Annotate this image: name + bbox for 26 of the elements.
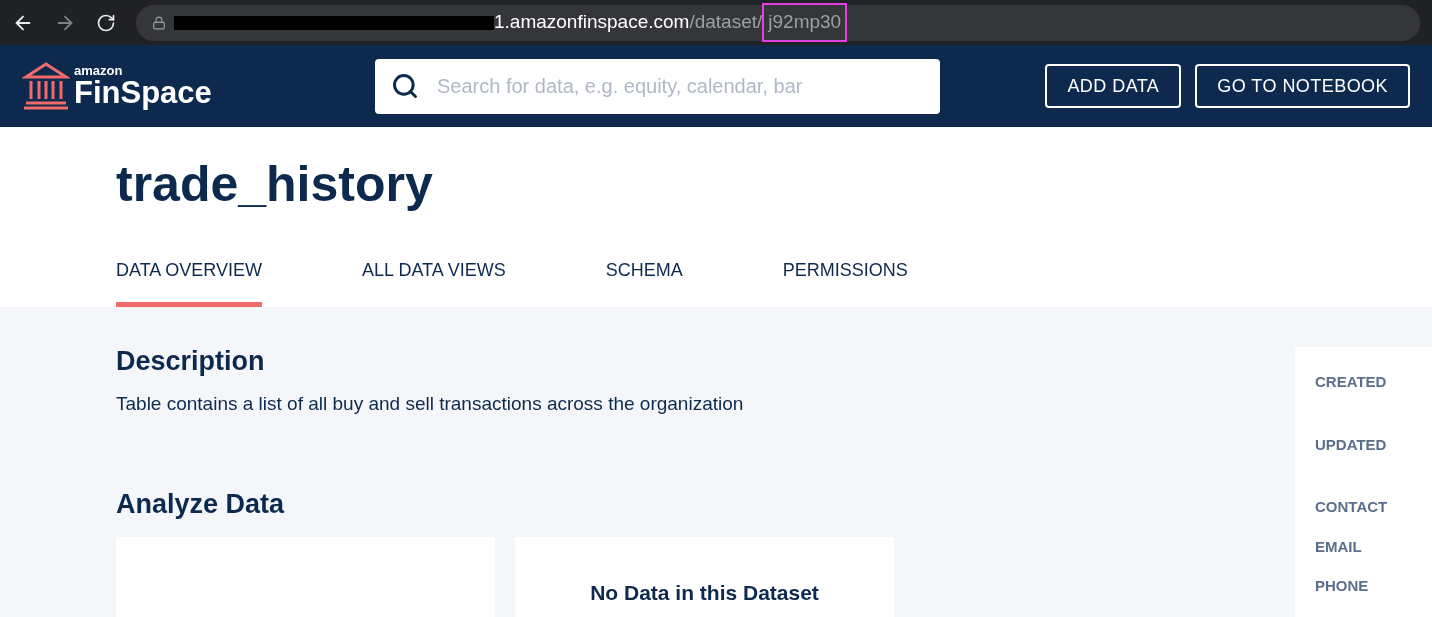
section-heading: Description [116, 345, 266, 378]
url-path: /dataset/ [689, 10, 763, 35]
tab[interactable]: ALL DATA VIEWS [362, 257, 506, 307]
header-button[interactable]: ADD DATA [1045, 64, 1182, 108]
detail-label: PHONE [1315, 576, 1370, 596]
description-text: Table contains a list of all buy and sell transactions across the organization [116, 391, 745, 416]
lock-icon [152, 15, 166, 30]
dataset-title: trade_history [116, 159, 434, 209]
empty-state-text: No Data in this Dataset [590, 579, 819, 606]
tab[interactable]: SCHEMA [605, 257, 683, 307]
tab[interactable]: PERMISSIONS [782, 257, 908, 307]
detail-label: CREATED [1315, 372, 1388, 392]
url-id: j92mp30 [762, 3, 848, 42]
search-field[interactable]: Search for data, e.g. equity, calendar, bar [375, 58, 940, 114]
bank-building-icon [22, 61, 70, 111]
logo-text: FinSpace [74, 77, 212, 108]
reload-icon[interactable] [96, 12, 116, 33]
detail-label: UPDATED [1315, 434, 1388, 455]
logo-small-text: amazon [74, 64, 124, 77]
section-heading: Analyze Data [116, 488, 286, 521]
address-bar[interactable]: 1.amazonfinspace.com/dataset/ j92mp30 [136, 4, 1420, 41]
header-button[interactable]: GO TO NOTEBOOK [1195, 64, 1410, 108]
search-icon [391, 71, 419, 100]
detail-label: CONTACT [1315, 497, 1389, 517]
url-host: 1.amazonfinspace.com [494, 10, 690, 35]
detail-label: EMAIL [1315, 536, 1363, 557]
